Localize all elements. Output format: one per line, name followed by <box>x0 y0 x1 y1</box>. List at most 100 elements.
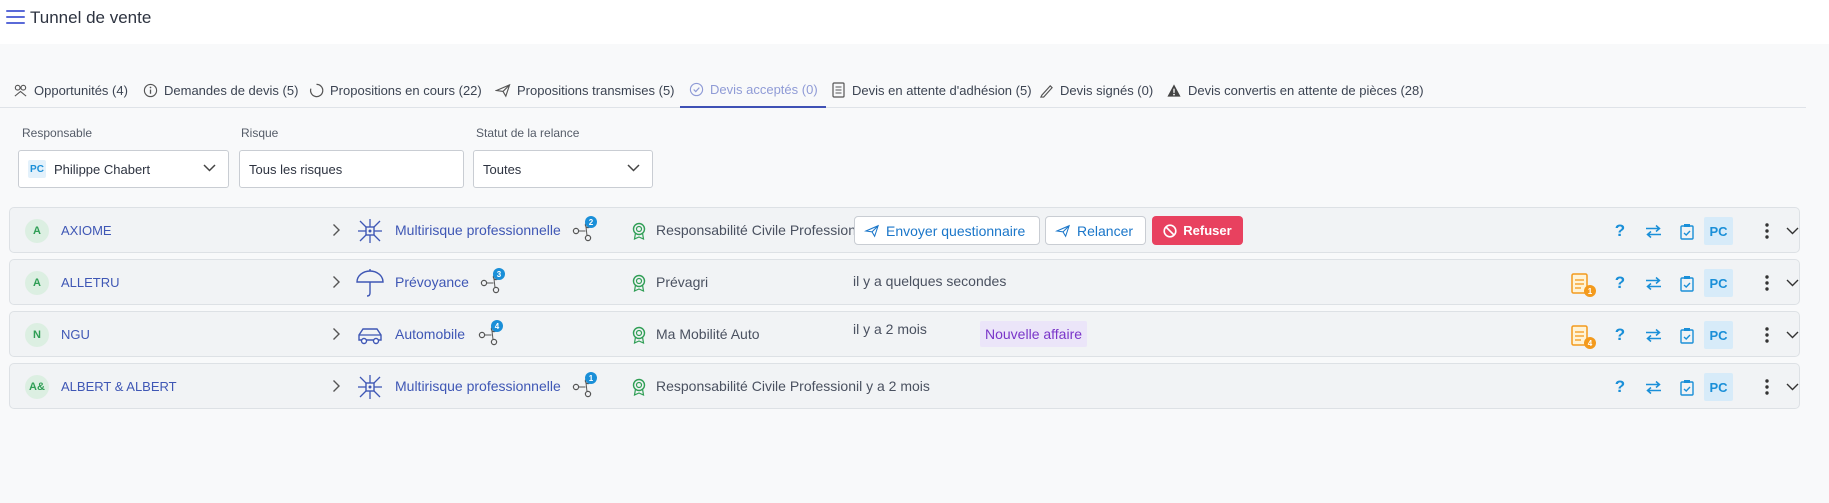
contacts-count-badge: 3 <box>493 268 505 280</box>
risque-input[interactable]: Tous les risques <box>239 150 464 188</box>
documents-count-badge: 1 <box>1584 285 1596 297</box>
guarantee-name: Responsabilité Civile Profession <box>656 222 856 238</box>
tab-propositions-transmises[interactable]: Propositions transmises (5) <box>495 72 675 108</box>
refuse-button[interactable]: Refuser <box>1152 216 1243 245</box>
send-questionnaire-button[interactable]: Envoyer questionnaire <box>854 216 1040 245</box>
tab-demandes-devis[interactable]: Demandes de devis (5) <box>142 72 298 108</box>
transfer-icon[interactable] <box>1643 220 1663 242</box>
risque-label: Risque <box>241 126 279 140</box>
last-update-time: il y a 2 mois <box>853 321 927 337</box>
relancer-label: Relancer <box>1077 222 1134 239</box>
chevron-down-icon <box>627 164 640 172</box>
product-link[interactable]: Prévoyance <box>395 274 469 290</box>
responsable-label: Responsable <box>22 126 93 140</box>
relance-label: Statut de la relance <box>476 126 580 140</box>
tab-devis-attente-adhesion[interactable]: Devis en attente d'adhésion (5) <box>830 72 1032 108</box>
tab-label: Devis convertis en attente de pièces (28… <box>1188 82 1424 98</box>
signature-pen-icon <box>1038 82 1054 98</box>
contacts-count-badge: 1 <box>585 372 597 384</box>
loading-circle-icon <box>308 82 324 98</box>
chevron-down-icon <box>203 164 216 172</box>
table-row[interactable]: A& ALBERT & ALBERT Multirisque professio… <box>9 363 1800 409</box>
tab-propositions-en-cours[interactable]: Propositions en cours (22) <box>308 72 482 108</box>
tab-opportunites[interactable]: Opportunités (4) <box>12 72 128 108</box>
warning-triangle-icon <box>1166 82 1182 98</box>
relancer-button[interactable]: Relancer <box>1045 216 1146 245</box>
product-link[interactable]: Multirisque professionnelle <box>395 378 561 394</box>
owner-avatar[interactable]: PC <box>1704 321 1733 349</box>
chevron-down-icon[interactable] <box>1782 272 1802 294</box>
contacts-count-badge: 2 <box>585 216 597 228</box>
tab-devis-acceptes[interactable]: Devis acceptés (0) <box>680 72 826 108</box>
transfer-icon[interactable] <box>1643 376 1663 398</box>
more-vertical-icon[interactable] <box>1757 376 1777 398</box>
contacts-count-badge: 4 <box>491 320 503 332</box>
last-update-time: il y a quelques secondes <box>853 273 1007 289</box>
status-badge: Nouvelle affaire <box>980 321 1088 347</box>
relance-select[interactable]: Toutes <box>473 150 653 188</box>
share-contacts-icon[interactable]: 1 <box>571 372 597 400</box>
documents-count-badge: 4 <box>1584 337 1596 349</box>
award-icon <box>632 222 646 240</box>
documents-icon[interactable]: 1 <box>1570 272 1596 297</box>
forbidden-icon <box>1163 223 1177 238</box>
documents-icon[interactable]: 4 <box>1570 324 1596 349</box>
share-contacts-icon[interactable]: 3 <box>479 268 505 296</box>
company-name[interactable]: ALBERT & ALBERT <box>61 379 177 394</box>
responsable-select[interactable]: PC Philippe Chabert <box>18 150 229 188</box>
help-icon[interactable]: ? <box>1610 376 1630 398</box>
clipboard-check-icon[interactable] <box>1677 324 1697 346</box>
chevron-down-icon[interactable] <box>1782 324 1802 346</box>
tab-label: Devis acceptés (0) <box>710 81 818 97</box>
chevron-right-icon[interactable] <box>332 223 341 237</box>
owner-avatar[interactable]: PC <box>1704 269 1733 297</box>
tab-devis-convertis[interactable]: Devis convertis en attente de pièces (28… <box>1166 72 1424 108</box>
responsable-value: Philippe Chabert <box>54 161 151 177</box>
more-vertical-icon[interactable] <box>1757 324 1777 346</box>
table-row[interactable]: A ALLETRU Prévoyance 3 Prévagri il y a q… <box>9 259 1800 305</box>
share-contacts-icon[interactable]: 4 <box>477 320 503 348</box>
chevron-right-icon[interactable] <box>332 327 341 341</box>
avatar: N <box>25 323 49 347</box>
network-hub-icon <box>358 375 382 399</box>
clipboard-check-icon[interactable] <box>1677 272 1697 294</box>
clipboard-check-icon[interactable] <box>1677 220 1697 242</box>
help-icon[interactable]: ? <box>1610 272 1630 294</box>
owner-avatar[interactable]: PC <box>1704 217 1733 245</box>
tab-label: Devis en attente d'adhésion (5) <box>852 82 1032 98</box>
clipboard-check-icon[interactable] <box>1677 376 1697 398</box>
help-icon[interactable]: ? <box>1610 324 1630 346</box>
more-vertical-icon[interactable] <box>1757 220 1777 242</box>
chevron-down-icon[interactable] <box>1782 220 1802 242</box>
page-title: Tunnel de vente <box>30 8 152 27</box>
product-link[interactable]: Multirisque professionnelle <box>395 222 561 238</box>
document-icon <box>830 82 846 98</box>
chevron-right-icon[interactable] <box>332 379 341 393</box>
company-name[interactable]: ALLETRU <box>61 275 120 290</box>
guarantee-name: Responsabilité Civile Professionil y a 2… <box>656 378 930 394</box>
umbrella-icon <box>356 269 384 297</box>
transfer-icon[interactable] <box>1643 272 1663 294</box>
company-name[interactable]: AXIOME <box>61 223 112 238</box>
relance-value: Toutes <box>483 161 522 177</box>
refuse-label: Refuser <box>1183 223 1232 238</box>
owner-avatar[interactable]: PC <box>1704 373 1733 401</box>
product-link[interactable]: Automobile <box>395 326 465 342</box>
chevron-right-icon[interactable] <box>332 275 341 289</box>
share-contacts-icon[interactable]: 2 <box>571 216 597 244</box>
help-icon[interactable]: ? <box>1610 220 1630 242</box>
transfer-icon[interactable] <box>1643 324 1663 346</box>
table-row[interactable]: N NGU Automobile 4 Ma Mobilité Auto il y… <box>9 311 1800 357</box>
risque-value: Tous les risques <box>249 161 343 177</box>
menu-icon[interactable] <box>6 10 25 25</box>
table-row[interactable]: A AXIOME Multirisque professionnelle 2 R… <box>9 207 1800 253</box>
app-header: Tunnel de vente <box>0 0 1829 44</box>
award-icon <box>632 326 646 344</box>
tab-devis-signes[interactable]: Devis signés (0) <box>1038 72 1153 108</box>
chevron-down-icon[interactable] <box>1782 376 1802 398</box>
more-vertical-icon[interactable] <box>1757 272 1777 294</box>
people-network-icon <box>12 82 28 98</box>
paper-plane-icon <box>495 82 511 98</box>
company-name[interactable]: NGU <box>61 327 90 342</box>
guarantee-name: Ma Mobilité Auto <box>656 326 760 342</box>
